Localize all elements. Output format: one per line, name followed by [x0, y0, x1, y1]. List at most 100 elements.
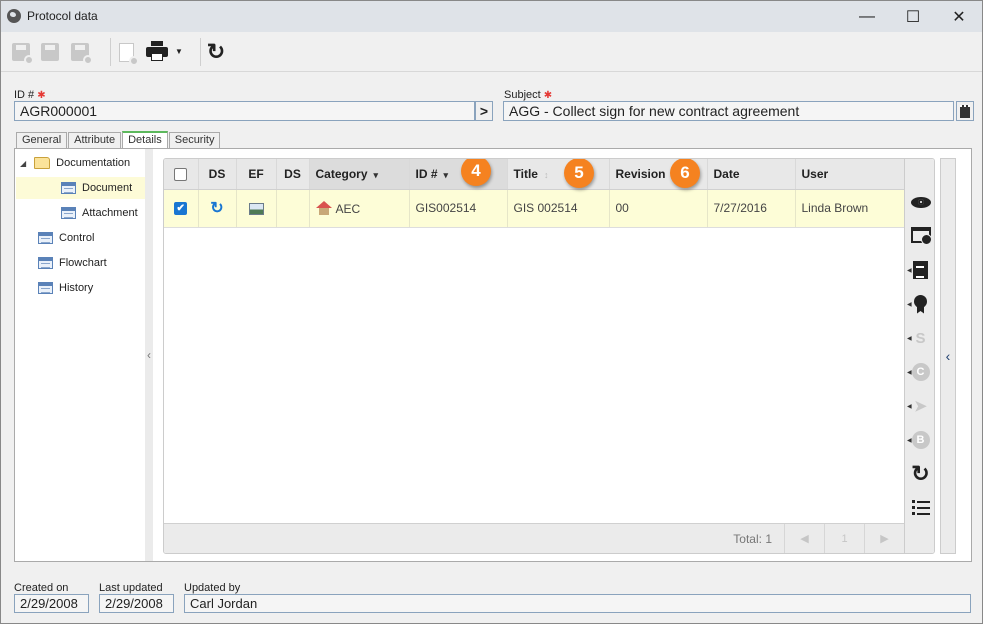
toolbar: ▼ ↻	[1, 32, 982, 72]
print-button[interactable]	[145, 40, 169, 64]
tab-attribute[interactable]: Attribute	[68, 132, 122, 149]
menu-arrow-icon: ◀	[907, 404, 912, 410]
menu-arrow-icon: ◀	[907, 336, 912, 342]
id-field[interactable]: AGR000001	[14, 101, 475, 121]
tree-item-document[interactable]: Document	[16, 177, 146, 199]
maximize-button[interactable]: ☐	[890, 1, 936, 32]
subject-notes-button[interactable]	[956, 101, 974, 121]
column-label: Title	[513, 166, 538, 181]
tree-item-history[interactable]: History	[38, 277, 93, 299]
user-cell: Linda Brown	[795, 189, 905, 228]
tree-item-label: Attachment	[82, 207, 138, 219]
category-value: AEC	[335, 201, 361, 216]
header-row: DS EF DS Category ▾ ID # ▾ Title ↕ Revision	[164, 159, 905, 190]
required-icon: ✱	[37, 90, 46, 101]
title-bar: Protocol data — ☐ ✕	[1, 1, 982, 32]
edit-notes-button[interactable]: ◀	[905, 256, 934, 284]
right-panel-toggle[interactable]: ‹	[940, 158, 956, 554]
tree-item-label: Documentation	[56, 157, 131, 169]
tree-item-documentation[interactable]: ◢ Documentation	[20, 152, 146, 174]
save-and-close-button[interactable]	[69, 40, 93, 65]
column-header-ef[interactable]: EF	[236, 159, 277, 190]
ef-cell	[236, 189, 277, 228]
column-header-id[interactable]: ID # ▾	[409, 159, 508, 190]
refresh-grid-button[interactable]: ↻	[905, 460, 934, 488]
tree-item-control[interactable]: Control	[38, 227, 94, 249]
block-button[interactable]: ◀ B	[905, 426, 934, 454]
send-button[interactable]: ◀ ➤	[905, 392, 934, 420]
new-from-document-button[interactable]	[115, 40, 139, 66]
view-window-button[interactable]	[905, 221, 934, 249]
collapse-left-icon[interactable]: ‹	[147, 348, 151, 362]
tab-details[interactable]: Details	[122, 131, 168, 149]
column-header-ds[interactable]: DS	[198, 159, 237, 190]
tree-item-label: Document	[82, 182, 133, 194]
grid-footer: Total: 1 ◀ 1 ▶	[164, 523, 904, 553]
id-cell: GIS002514	[409, 189, 508, 228]
notepad-edit-icon	[913, 261, 928, 279]
printer-icon	[146, 41, 168, 61]
digital-signature-button[interactable]: ◀ S	[905, 324, 934, 352]
expander-icon[interactable]: ◢	[20, 159, 26, 168]
send-icon: ➤	[914, 398, 927, 415]
menu-arrow-icon: ◀	[907, 370, 912, 376]
tree-item-attachment[interactable]: Attachment	[61, 202, 138, 224]
last-updated-field: 2/29/2008	[99, 594, 174, 613]
eye-icon	[910, 196, 931, 208]
minimize-button[interactable]: —	[844, 1, 890, 32]
id-label-text: ID #	[14, 89, 35, 101]
tree-item-flowchart[interactable]: Flowchart	[38, 252, 107, 274]
notepad-icon	[960, 104, 970, 118]
column-header-date[interactable]: Date	[707, 159, 796, 190]
previous-page-button[interactable]: ◀	[784, 524, 824, 553]
ds-cell: ↻	[198, 189, 237, 228]
chevron-left-icon: ‹	[945, 348, 951, 364]
signature-icon: S	[915, 329, 926, 347]
floppy-x-icon	[71, 43, 93, 65]
image-icon[interactable]	[248, 202, 264, 215]
window-title: Protocol data	[27, 9, 98, 23]
revision-cell: 00	[609, 189, 708, 228]
save-and-new-button[interactable]	[10, 40, 34, 65]
table-row[interactable]: ✔ ↻ AEC GIS002514 GIS 002514 00 7/27/201…	[164, 189, 905, 228]
menu-arrow-icon: ◀	[907, 268, 912, 274]
award-icon	[914, 294, 927, 308]
refresh-icon: ↻	[206, 39, 226, 64]
sync-icon[interactable]: ↻	[210, 200, 223, 217]
grid-icon	[38, 282, 53, 294]
close-button[interactable]: ✕	[936, 1, 982, 32]
created-on-label: Created on	[14, 582, 69, 594]
certify-button[interactable]: ◀	[905, 290, 934, 318]
sort-icon: ↕	[543, 169, 549, 180]
next-page-button[interactable]: ▶	[864, 524, 904, 553]
folder-icon	[34, 157, 51, 169]
tree-item-label: Control	[59, 232, 95, 244]
ds2-cell	[276, 189, 310, 228]
column-header-category[interactable]: Category ▾	[309, 159, 410, 190]
column-header-user[interactable]: User	[795, 159, 905, 190]
checkout-button[interactable]: ◀ C	[905, 358, 934, 386]
documents-table: DS EF DS Category ▾ ID # ▾ Title ↕ Revision	[164, 159, 905, 228]
column-header-ds2[interactable]: DS	[276, 159, 310, 190]
select-all-checkbox[interactable]	[174, 167, 188, 181]
b-circle-icon: B	[911, 431, 930, 449]
date-cell: 7/27/2016	[707, 189, 796, 228]
id-label: ID # ✱	[14, 89, 46, 101]
subject-label-text: Subject	[504, 89, 541, 101]
tab-security[interactable]: Security	[168, 132, 221, 149]
save-button[interactable]	[39, 40, 61, 64]
print-dropdown-icon[interactable]: ▼	[175, 47, 183, 56]
page-number[interactable]: 1	[824, 524, 864, 553]
tab-general[interactable]: General	[16, 132, 68, 149]
view-button[interactable]	[905, 188, 934, 216]
globe-icon	[7, 9, 21, 23]
callout-badge-6: 6	[670, 159, 700, 188]
list-view-button[interactable]	[905, 494, 934, 522]
select-all-header	[164, 159, 199, 190]
row-checkbox[interactable]: ✔	[174, 202, 188, 216]
updated-by-label: Updated by	[184, 582, 241, 594]
subject-field[interactable]: AGG - Collect sign for new contract agre…	[503, 101, 954, 121]
refresh-button[interactable]: ↻	[205, 40, 227, 64]
id-navigate-button[interactable]: >	[475, 101, 493, 121]
tree-splitter[interactable]: ‹	[145, 149, 153, 561]
